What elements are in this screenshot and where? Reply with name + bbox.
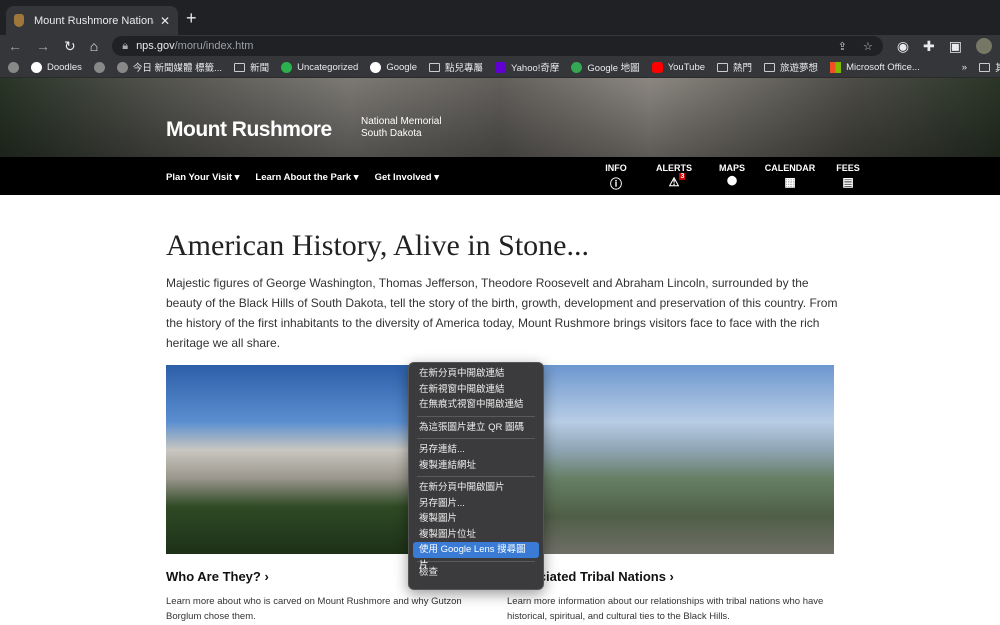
ctx-copy-image-address[interactable]: 複製圖片位址 [413, 527, 539, 543]
menu-learn-about-the-park[interactable]: Learn About the Park [255, 172, 358, 183]
tab-bar: Mount Rushmore National Memorial ✕ + [0, 0, 1000, 35]
tab-active[interactable]: Mount Rushmore National Memorial ✕ [6, 6, 178, 35]
nav-maps[interactable]: MAPS ⬤ [703, 163, 761, 192]
google-icon [370, 61, 382, 73]
park-name[interactable]: Mount Rushmore [166, 118, 332, 142]
folder-icon [717, 62, 729, 72]
extension-icon[interactable]: ◉ [897, 38, 909, 55]
globe-icon [116, 61, 128, 73]
ctx-open-link-incognito[interactable]: 在無痕式視窗中開啟連結 [413, 397, 539, 413]
nav-calendar[interactable]: CALENDAR ▦ [761, 163, 819, 192]
black-hills-image[interactable] [507, 365, 834, 554]
ctx-create-qr-code[interactable]: 為這張圖片建立 QR 圖碼 [413, 420, 539, 436]
reload-icon[interactable]: ↻ [64, 38, 76, 55]
address-bar[interactable]: 🔒︎ nps.gov/moru/index.htm ⇪ ☆ [112, 36, 883, 56]
bookmark[interactable]: 旅遊夢想 [764, 60, 818, 74]
ctx-save-link[interactable]: 另存連結... [413, 442, 539, 458]
bookmark[interactable]: YouTube [651, 61, 705, 73]
globe-icon [93, 61, 105, 73]
divider [417, 476, 535, 477]
puzzle-icon[interactable]: ✚ [923, 38, 935, 55]
fees-icon: ▤ [842, 175, 854, 189]
folder-icon [979, 62, 991, 72]
nps-favicon-icon [14, 14, 24, 27]
card-text: Learn more about who is carved on Mount … [166, 596, 462, 622]
youtube-icon [651, 61, 663, 73]
share-icon[interactable]: ⇪ [838, 40, 847, 53]
bookmarks-bar: Doodles 今日 新聞媒體 標籤... 新聞 Uncategorized G… [0, 57, 1000, 78]
folder-icon [764, 62, 776, 72]
nav-alerts[interactable]: ALERTS ⚠ 3 [645, 163, 703, 192]
yahoo-icon [495, 61, 506, 73]
avatar[interactable] [976, 38, 992, 54]
toolbar: ← → ↻ ⌂ 🔒︎ nps.gov/moru/index.htm ⇪ ☆ ◉ ✚… [0, 35, 1000, 57]
bookmark[interactable]: Yahoo!奇摩 [495, 60, 559, 74]
info-icon: ⓘ [609, 177, 622, 191]
bookmark[interactable]: Doodles [31, 61, 82, 73]
apps-icon[interactable] [8, 61, 19, 73]
tab-title: Mount Rushmore National Memorial [34, 14, 154, 27]
map-pin-icon: ⬤ [726, 175, 738, 185]
bookmark[interactable]: Uncategorized [281, 61, 358, 73]
folder-icon [234, 62, 246, 72]
maps-icon [571, 61, 583, 73]
page-title: American History, Alive in Stone... [166, 229, 589, 262]
star-icon[interactable]: ☆ [863, 40, 873, 53]
folder-icon [428, 62, 440, 72]
divider [417, 560, 535, 562]
home-icon[interactable]: ⌂ [90, 38, 98, 54]
card-title[interactable]: Associated Tribal Nations › [507, 569, 834, 584]
ctx-copy-image[interactable]: 複製圖片 [413, 511, 539, 527]
alert-icon: ⚠ 3 [668, 173, 686, 189]
new-tab-button[interactable]: + [186, 8, 197, 29]
bookmark[interactable]: 今日 新聞媒體 標籤... [116, 60, 222, 74]
ctx-google-lens-search[interactable]: 使用 Google Lens 搜尋圖片 [413, 542, 539, 571]
side-panel-icon[interactable]: ▣ [949, 38, 962, 55]
calendar-icon: ▦ [784, 175, 796, 189]
divider [417, 438, 535, 439]
forward-icon[interactable]: → [36, 38, 50, 54]
card-text: Learn more information about our relatio… [507, 596, 824, 622]
park-nav: Plan Your Visit Learn About the Park Get… [0, 157, 1000, 195]
divider [417, 415, 535, 417]
ctx-inspect[interactable]: 檢查 [413, 565, 539, 581]
bookmark[interactable]: 熱門 [717, 60, 752, 74]
card-tribal-nations: Associated Tribal Nations › Learn more i… [507, 365, 834, 624]
ctx-open-link-new-tab[interactable]: 在新分頁中開啟連結 [413, 366, 539, 382]
bookmark[interactable]: 新聞 [234, 60, 269, 74]
bookmark[interactable]: Google 地圖 [571, 60, 640, 74]
google-icon [31, 61, 42, 73]
menu-plan-your-visit[interactable]: Plan Your Visit [166, 172, 239, 183]
url-path: /moru/index.htm [174, 40, 254, 52]
back-icon[interactable]: ← [8, 38, 22, 54]
lock-icon: 🔒︎ [122, 39, 129, 52]
feedly-icon [281, 61, 293, 73]
bookmark[interactable]: Microsoft Office... [830, 61, 920, 73]
close-tab-icon[interactable]: ✕ [160, 14, 170, 28]
ctx-save-image[interactable]: 另存圖片... [413, 496, 539, 512]
nav-info[interactable]: INFO ⓘ [587, 163, 645, 192]
more-bookmarks-button[interactable]: » [962, 62, 967, 73]
park-designation: National Memorial South Dakota [361, 116, 442, 139]
bookmark[interactable]: 點兒專屬 [428, 60, 483, 74]
microsoft-icon [830, 61, 842, 73]
intro-text: Majestic figures of George Washington, T… [166, 276, 838, 350]
context-menu: 在新分頁中開啟連結 在新視窗中開啟連結 在無痕式視窗中開啟連結 為這張圖片建立 … [408, 362, 544, 590]
ctx-open-image-new-tab[interactable]: 在新分頁中開啟圖片 [413, 480, 539, 496]
park-banner: Mount Rushmore National Memorial South Da… [0, 78, 1000, 157]
ctx-copy-link[interactable]: 複製連結網址 [413, 458, 539, 474]
ctx-open-link-new-window[interactable]: 在新視窗中開啟連結 [413, 382, 539, 398]
nav-fees[interactable]: FEES ▤ [819, 163, 877, 192]
menu-get-involved[interactable]: Get Involved [375, 172, 439, 183]
alerts-count-badge: 3 [679, 173, 686, 180]
other-bookmarks[interactable]: 其他 [979, 60, 1000, 74]
url-host: nps.gov [136, 40, 175, 52]
bookmark[interactable]: Google [370, 61, 417, 73]
bookmark[interactable] [93, 61, 105, 73]
